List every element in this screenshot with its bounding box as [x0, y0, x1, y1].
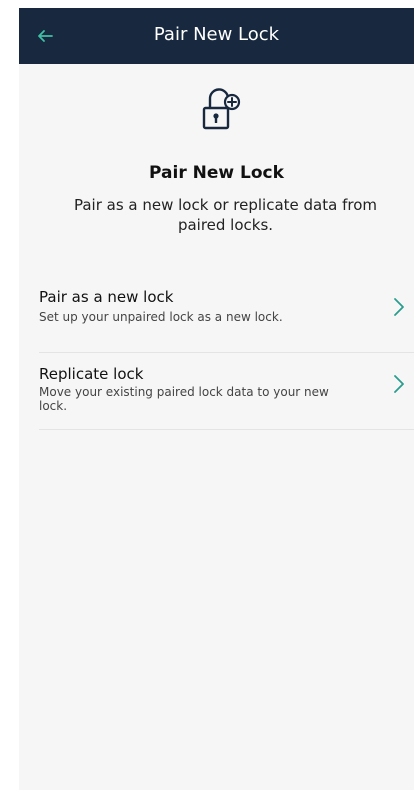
option-title: Replicate lock	[39, 365, 144, 383]
lock-add-icon	[202, 88, 241, 130]
chevron-right-icon	[394, 375, 404, 393]
chevron-right-icon	[394, 298, 404, 316]
pair-new-lock-option[interactable]: Pair as a new lock Set up your unpaired …	[39, 276, 414, 353]
page-title: Pair New Lock	[153, 24, 280, 45]
replicate-lock-option[interactable]: Replicate lock Move your existing paired…	[39, 353, 414, 430]
option-description: Set up your unpaired lock as a new lock.	[39, 310, 283, 324]
option-description: Move your existing paired lock data to y…	[39, 385, 329, 413]
app-header: Pair New Lock	[19, 8, 414, 64]
back-arrow-icon	[38, 30, 53, 42]
section-title: Pair New Lock	[149, 163, 284, 183]
option-title: Pair as a new lock	[39, 288, 174, 306]
section-subtitle: Pair as a new lock or replicate data fro…	[73, 196, 378, 234]
back-button[interactable]	[31, 22, 59, 50]
screen: Pair New Lock Pair New Lock Pair as a ne…	[19, 8, 414, 790]
